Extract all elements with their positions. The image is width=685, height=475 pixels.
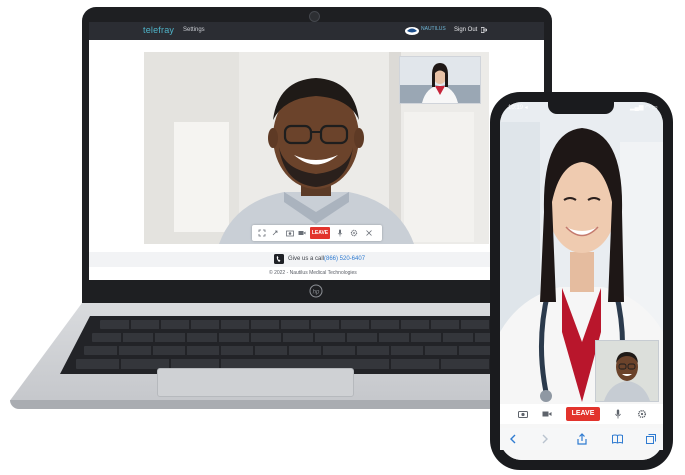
tabs-icon[interactable] [646,434,656,444]
phone-notch [548,101,614,114]
phone-leave-button[interactable]: LEAVE [566,407,600,421]
share-icon[interactable] [272,229,280,237]
forward-icon[interactable] [540,434,550,444]
browser-nav-bar [500,428,663,450]
give-call-text: Give us a call [288,256,325,262]
close-icon[interactable] [365,229,373,237]
settings-icon[interactable] [350,229,358,237]
mic-icon[interactable] [336,229,344,237]
video-icon[interactable] [542,409,552,419]
laptop-screen: telefray Settings NAUTILUS Sign Out LEAV… [89,22,544,280]
camera-icon[interactable] [518,409,528,419]
phone-self-view-video[interactable] [595,340,659,402]
svg-text:hp: hp [313,290,320,296]
expand-icon[interactable] [258,229,266,237]
video-icon[interactable] [298,229,306,237]
man-pip-image [596,341,658,401]
phone-call-controls: LEAVE [500,404,663,424]
touchpad[interactable] [157,368,354,397]
signout-button[interactable]: Sign Out [454,27,477,33]
back-icon[interactable] [508,434,518,444]
mic-icon[interactable] [613,409,623,419]
leave-button[interactable]: LEAVE [310,227,330,239]
keyboard-keys-image [76,320,544,369]
book-icon[interactable] [612,434,623,444]
brand-logo[interactable]: telefray [143,25,174,35]
self-view-video[interactable] [399,56,481,104]
laptop-keyboard [60,316,560,374]
phone-icon [274,254,284,264]
status-signal-icons: ▂▄▆ ◠ ▭ [630,105,658,111]
copyright-text: © 2022 - Nautilus Medical Technologies [269,270,357,276]
logout-icon[interactable] [481,27,487,33]
laptop-call-controls: LEAVE [252,225,382,241]
hp-logo-icon: hp [309,284,323,298]
app-header: telefray Settings NAUTILUS Sign Out [89,22,544,40]
phone-number-link[interactable]: (866) 520-6407 [324,256,365,262]
status-time: 10:19 ◂ [508,105,528,111]
share-icon[interactable] [576,433,588,445]
camera-icon[interactable] [286,229,294,237]
settings-icon[interactable] [637,409,647,419]
nav-settings-link[interactable]: Settings [183,27,205,33]
doctor-pip-image [400,57,480,103]
partner-name: NAUTILUS [421,26,446,32]
webcam-icon [309,11,320,22]
